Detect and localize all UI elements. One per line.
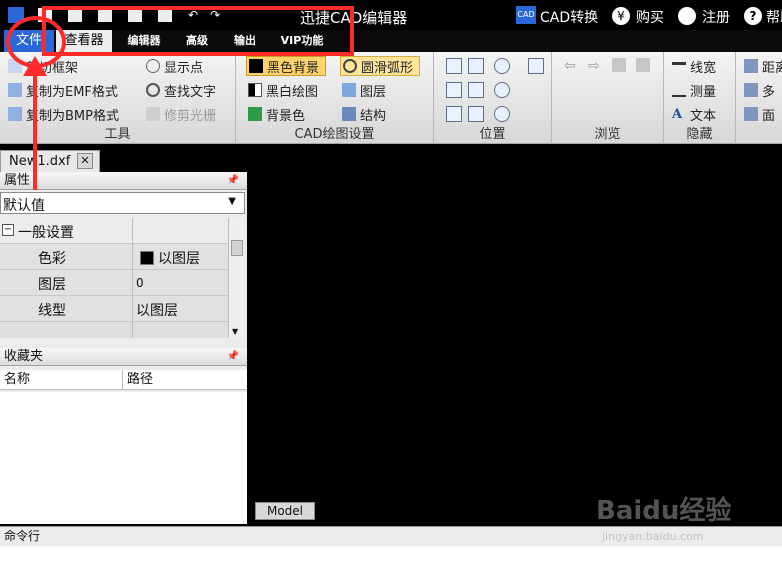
red-arrow-head xyxy=(23,56,47,76)
red-arrow xyxy=(23,56,47,190)
